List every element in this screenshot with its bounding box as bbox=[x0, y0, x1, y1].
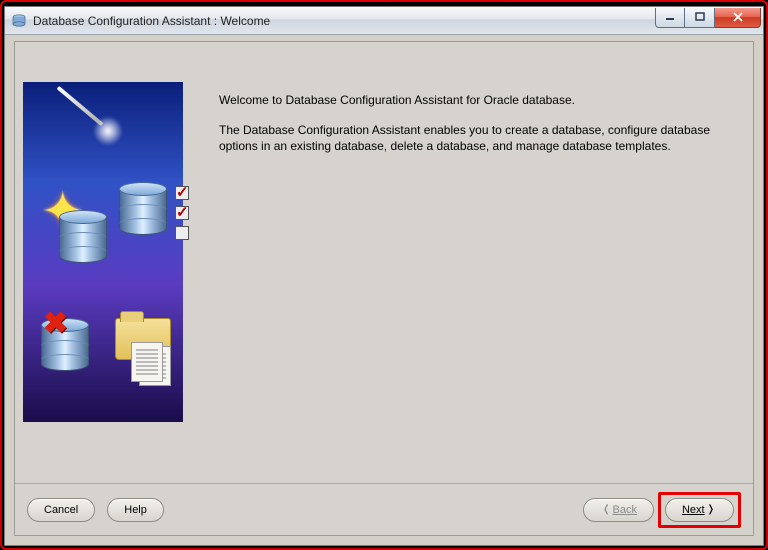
welcome-heading-text: Welcome to Database Configuration Assist… bbox=[219, 92, 723, 108]
content-area: ✦ bbox=[15, 42, 753, 481]
chevron-left-icon: ❬ bbox=[602, 504, 610, 515]
documents-icon bbox=[131, 342, 171, 386]
cancel-button[interactable]: Cancel bbox=[27, 498, 95, 522]
maximize-button[interactable] bbox=[685, 8, 715, 28]
maximize-icon bbox=[695, 12, 705, 22]
dialog-window: Database Configuration Assistant : Welco… bbox=[4, 6, 764, 546]
titlebar[interactable]: Database Configuration Assistant : Welco… bbox=[5, 7, 763, 35]
close-icon bbox=[732, 12, 744, 22]
checklist-icon bbox=[175, 186, 189, 246]
app-icon bbox=[11, 13, 27, 29]
delete-x-icon: ✖ bbox=[43, 306, 68, 341]
welcome-text-area: Welcome to Database Configuration Assist… bbox=[183, 42, 753, 481]
wizard-footer: Cancel Help ❬ Back Next ❭ bbox=[15, 483, 753, 535]
screenshot-highlight-border: Database Configuration Assistant : Welco… bbox=[0, 0, 768, 550]
wizard-inner-frame: ✦ bbox=[14, 41, 754, 536]
wizard-side-illustration: ✦ bbox=[23, 82, 183, 422]
close-button[interactable] bbox=[715, 8, 761, 28]
database-icon bbox=[59, 210, 107, 264]
back-button-label: Back bbox=[613, 504, 637, 516]
help-button[interactable]: Help bbox=[107, 498, 164, 522]
database-icon bbox=[119, 182, 167, 236]
next-button-label: Next bbox=[682, 504, 705, 516]
welcome-description-text: The Database Configuration Assistant ena… bbox=[219, 122, 723, 154]
sparkle-icon bbox=[93, 116, 123, 146]
minimize-button[interactable] bbox=[655, 8, 685, 28]
chevron-right-icon: ❭ bbox=[707, 504, 715, 515]
window-controls bbox=[655, 8, 761, 28]
next-button[interactable]: Next ❭ bbox=[665, 498, 734, 522]
window-title: Database Configuration Assistant : Welco… bbox=[33, 14, 655, 28]
back-button: ❬ Back bbox=[583, 498, 654, 522]
minimize-icon bbox=[665, 12, 675, 22]
next-button-highlight: Next ❭ bbox=[658, 492, 741, 528]
